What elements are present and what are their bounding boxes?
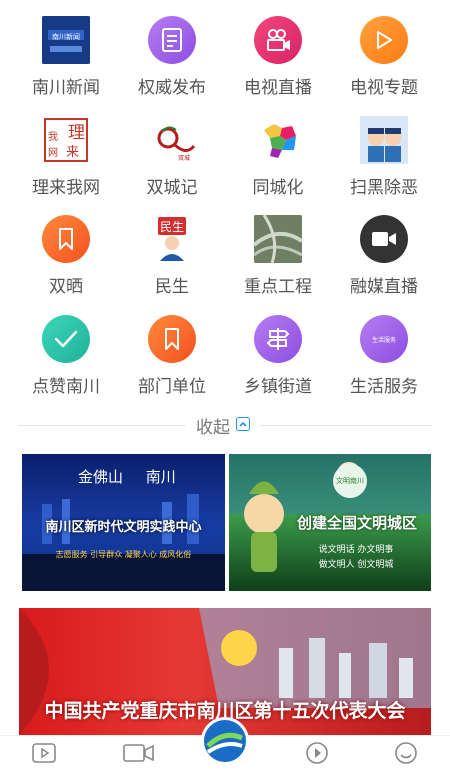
grid-label: 民生 xyxy=(155,277,189,297)
grid-label: 双晒 xyxy=(49,277,83,297)
chevron-up-icon[interactable] xyxy=(236,417,250,431)
video-outline-icon[interactable] xyxy=(123,742,155,764)
news-thumbnail-icon: 南川新闻 xyxy=(42,16,90,64)
grid-label: 电视专题 xyxy=(350,78,418,98)
divider xyxy=(260,425,432,426)
grid-label: 理来我网 xyxy=(32,178,100,198)
grid-item-double-city[interactable]: 双城 双城记 xyxy=(119,116,225,198)
grid-item-like-nanchuan[interactable]: 点赞南川 xyxy=(13,315,119,397)
banner-headline: 创建全国文明城区 xyxy=(296,514,417,532)
banner-brand-title2: 南川 xyxy=(145,468,176,486)
grid-item-towns[interactable]: 乡镇街道 xyxy=(225,315,331,397)
highway-photo-icon xyxy=(254,215,302,263)
check-icon xyxy=(42,315,90,363)
bookmark-icon xyxy=(148,315,196,363)
divider xyxy=(18,425,186,426)
police-cartoon-icon xyxy=(360,116,408,164)
grid-label: 部门单位 xyxy=(138,377,206,397)
smile-icon[interactable] xyxy=(393,742,419,764)
app-logo-icon[interactable] xyxy=(201,717,249,765)
grid-label: 南川新闻 xyxy=(32,78,100,98)
banner-civilization-center[interactable]: 金佛山 南川 南川区新时代文明实践中心 志愿服务 引导群众 凝聚人心 成风化俗 xyxy=(22,454,225,591)
video-camera-icon xyxy=(360,215,408,263)
svg-text:南川新闻: 南川新闻 xyxy=(52,32,80,41)
grid-item-key-projects[interactable]: 重点工程 xyxy=(225,215,331,297)
document-icon xyxy=(148,16,196,64)
grid-item-shuangshai[interactable]: 双晒 xyxy=(13,215,119,297)
double-city-logo-icon: 双城 xyxy=(148,116,196,164)
play-icon xyxy=(360,16,408,64)
grid-item-same-city[interactable]: 同城化 xyxy=(225,116,331,198)
life-service-badge: 生活服务 xyxy=(371,336,396,344)
grid-label: 电视直播 xyxy=(244,78,312,98)
grid-item-tv-live[interactable]: 电视直播 xyxy=(225,16,331,98)
banner-headline: 南川区新时代文明实践中心 xyxy=(45,520,202,535)
grid-item-anti-crime[interactable]: 扫黑除恶 xyxy=(331,116,437,198)
svg-text:网: 网 xyxy=(48,147,58,159)
banner-line-1: 说文明话 办文明事 xyxy=(318,545,394,555)
banner-subline: 志愿服务 引导群众 凝聚人心 成风化俗 xyxy=(55,550,192,559)
banner-brand-title: 金佛山 xyxy=(78,468,124,486)
grid-label: 扫黑除恶 xyxy=(350,178,418,198)
svg-text:来: 来 xyxy=(66,145,79,160)
grid-item-departments[interactable]: 部门单位 xyxy=(119,315,225,397)
seal-logo-icon: 理我网来 xyxy=(42,116,90,164)
grid-label: 点赞南川 xyxy=(32,377,100,397)
city-map-icon xyxy=(254,116,302,164)
grid-item-news[interactable]: 南川新闻 南川新闻 xyxy=(13,16,119,98)
grid-label: 融媒直播 xyxy=(350,277,418,297)
svg-text:双城: 双城 xyxy=(178,155,190,162)
svg-text:我: 我 xyxy=(48,131,58,143)
grid-label: 双城记 xyxy=(146,178,198,198)
minsheng-figure-icon: 民生 xyxy=(148,215,196,263)
svg-text:民生: 民生 xyxy=(160,220,184,234)
collapse-label: 收起 xyxy=(196,418,230,438)
life-service-icon: 生活服务 xyxy=(360,315,408,363)
signpost-icon xyxy=(254,315,302,363)
bookmark-icon xyxy=(42,215,90,263)
grid-label: 重点工程 xyxy=(244,277,312,297)
grid-item-life-service[interactable]: 生活服务 生活服务 xyxy=(331,315,437,397)
civilization-badge: 文明南川 xyxy=(333,464,367,498)
grid-item-lilai[interactable]: 理我网来 理来我网 xyxy=(13,116,119,198)
banner-line-2: 做文明人 创文明城 xyxy=(318,560,394,570)
grid-item-media-live[interactable]: 融媒直播 xyxy=(331,215,437,297)
banner-party-congress[interactable]: 中国共产党重庆市南川区第十五次代表大会 xyxy=(19,608,431,735)
play-outline-icon[interactable] xyxy=(31,742,57,764)
banner-civilized-city[interactable]: 文明南川 创建全国文明城区 说文明话 办文明事 做文明人 创文明城 xyxy=(229,454,431,591)
replay-icon[interactable] xyxy=(304,742,330,764)
grid-label: 同城化 xyxy=(252,178,304,198)
tv-camera-icon xyxy=(254,16,302,64)
grid-item-minsheng[interactable]: 民生 民生 xyxy=(119,215,225,297)
grid-item-tv-topic[interactable]: 电视专题 xyxy=(331,16,437,98)
banner-brand: 金佛山 南川 xyxy=(78,466,176,487)
grid-item-release[interactable]: 权威发布 xyxy=(119,16,225,98)
grid-label: 生活服务 xyxy=(350,377,418,397)
grid-label: 权威发布 xyxy=(138,78,206,98)
collapse-bar[interactable]: 收起 xyxy=(0,412,450,438)
grid-label: 乡镇街道 xyxy=(244,377,312,397)
svg-text:理: 理 xyxy=(68,123,85,143)
